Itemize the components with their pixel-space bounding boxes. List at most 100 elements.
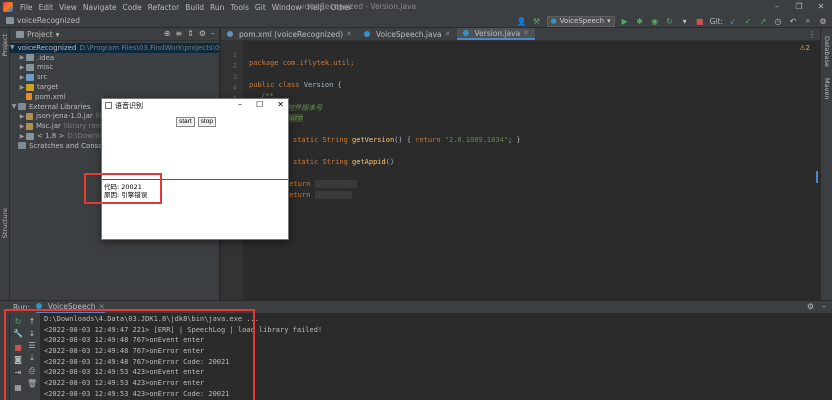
restore-icon[interactable]: ❐ <box>788 0 810 14</box>
tree-item-label: pom.xml <box>35 92 66 101</box>
dialog-title: 语音识别 <box>115 101 143 110</box>
more-run-icon[interactable]: ▾ <box>680 16 690 26</box>
code-line: 14 <box>221 186 820 202</box>
tree-item-label: json-jena-1.0.jar <box>36 112 93 121</box>
user-icon[interactable]: 👤 <box>517 16 527 26</box>
tree-item-label: voiceRecognized <box>17 43 77 52</box>
close-tab-icon[interactable]: ✕ <box>523 29 529 37</box>
tree-item-project-root[interactable]: ▼ voiceRecognized D:\Program Files\03.Fi… <box>10 43 219 53</box>
dialog-buttons: start stop <box>176 117 216 127</box>
chevron-right-icon[interactable]: ▶ <box>18 133 26 140</box>
project-panel-header: Project ▾ ⊕ ≡ ⇕ ⚙ – <box>10 28 219 41</box>
chevron-right-icon[interactable]: ▶ <box>18 123 26 130</box>
stop-icon[interactable]: ■ <box>695 16 705 26</box>
chevron-down-icon[interactable]: ▼ <box>10 44 15 51</box>
database-tool-button[interactable]: Database <box>823 36 831 67</box>
java-class-icon <box>363 31 370 37</box>
menu-file[interactable]: File <box>17 3 36 12</box>
chevron-right-icon[interactable]: ▶ <box>18 84 26 91</box>
menu-code[interactable]: Code <box>120 3 145 12</box>
code-line: 3 public class Version { <box>221 65 820 89</box>
code-line: 6 * @return <box>221 98 820 122</box>
menu-view[interactable]: View <box>56 3 80 12</box>
tree-item-label: < 1.8 > <box>37 132 65 141</box>
tree-item-src[interactable]: ▶ src <box>10 72 219 82</box>
gear-icon[interactable]: ⚙ <box>199 29 206 38</box>
java-class-icon <box>462 30 469 36</box>
maven-tool-button[interactable]: Maven <box>823 78 831 100</box>
tree-item-detail: library root <box>63 122 103 131</box>
maximize-icon[interactable]: ☐ <box>256 100 263 109</box>
library-icon <box>18 103 26 111</box>
minimize-icon[interactable]: – <box>766 0 788 14</box>
chevron-right-icon[interactable]: ▶ <box>18 54 26 61</box>
menu-build[interactable]: Build <box>182 3 207 12</box>
minimize-icon[interactable]: – <box>238 100 242 109</box>
start-button[interactable]: start <box>176 117 195 127</box>
menu-window[interactable]: Window <box>269 3 305 12</box>
menu-bar: File Edit View Navigate Code Refactor Bu… <box>0 0 832 14</box>
tab-label: VoiceSpeech.java <box>375 29 442 39</box>
run-configuration-label: VoiceSpeech <box>559 17 605 25</box>
project-tool-button[interactable]: Project <box>1 34 9 56</box>
menu-tools[interactable]: Tools <box>227 3 251 12</box>
history-icon[interactable]: ◷ <box>773 16 783 26</box>
chevron-right-icon[interactable]: ▶ <box>18 113 26 120</box>
run-configuration-select[interactable]: ● VoiceSpeech ▾ <box>546 15 615 27</box>
close-tab-icon[interactable]: ✕ <box>445 30 451 38</box>
menu-run[interactable]: Run <box>207 3 227 12</box>
debug-icon[interactable]: ✱ <box>635 16 645 26</box>
tree-item-idea[interactable]: ▶ .idea <box>10 53 219 63</box>
code-line: 2 <box>221 54 820 70</box>
profile-icon[interactable]: ↻ <box>665 16 675 26</box>
tab-pom-xml[interactable]: pom.xml (voiceRecognized) ✕ <box>221 28 358 40</box>
git-update-icon[interactable]: ↙ <box>728 16 738 26</box>
menu-git[interactable]: Git <box>252 3 269 12</box>
git-push-icon[interactable]: ↗ <box>758 16 768 26</box>
settings-icon[interactable]: ⚙ <box>818 16 828 26</box>
tree-item-misc[interactable]: ▶ misc <box>10 63 219 73</box>
close-icon[interactable]: ✕ <box>810 0 832 14</box>
menu-edit[interactable]: Edit <box>36 3 57 12</box>
tree-item-label: External Libraries <box>29 102 91 111</box>
search-icon[interactable]: ⌕ <box>803 16 813 26</box>
tab-menu-icon[interactable]: ⋮ <box>808 28 816 40</box>
locate-icon[interactable]: ⊕ <box>164 29 171 38</box>
run-icon[interactable]: ▶ <box>620 16 630 26</box>
tree-item-target[interactable]: ▶ target <box>10 82 219 92</box>
git-commit-icon[interactable]: ✓ <box>743 16 753 26</box>
close-tab-icon[interactable]: ✕ <box>346 30 352 38</box>
chevron-down-icon[interactable]: ▼ <box>10 103 18 110</box>
hide-icon[interactable]: – <box>211 29 215 38</box>
folder-icon <box>26 63 34 71</box>
tree-item-label: Scratches and Consoles <box>29 141 113 150</box>
breadcrumb-project[interactable]: voiceRecognized <box>17 16 80 25</box>
dialog-titlebar[interactable]: 语音识别 – ☐ ✕ <box>102 99 288 112</box>
tab-voicespeech[interactable]: VoiceSpeech.java ✕ <box>358 28 457 40</box>
hide-icon[interactable]: – <box>822 302 826 311</box>
code-line: 4 /** <box>221 76 820 100</box>
breadcrumb[interactable]: voiceRecognized <box>6 16 80 25</box>
code-line: 5 * 获取控件版本号 <box>221 87 820 112</box>
menu-navigate[interactable]: Navigate <box>80 3 120 12</box>
expand-icon[interactable]: ⇕ <box>187 29 194 38</box>
code-line: 12 return xxxxxxxxxx <box>221 164 820 188</box>
collapse-all-icon[interactable]: ≡ <box>175 29 182 38</box>
code-line: 8 static String getVersion() { return "2… <box>221 120 820 144</box>
navigation-bar: voiceRecognized 👤 ⚒ ● VoiceSpeech ▾ ▶ ✱ … <box>0 14 832 28</box>
project-panel-title[interactable]: Project <box>27 30 53 39</box>
code-editor[interactable]: ⚠2 1 package com.iflytek.util; 2 3 publi… <box>221 41 820 300</box>
chevron-right-icon[interactable]: ▶ <box>18 74 26 81</box>
menu-refactor[interactable]: Refactor <box>145 3 182 12</box>
hammer-icon[interactable]: ⚒ <box>532 16 542 26</box>
close-icon[interactable]: ✕ <box>277 100 284 109</box>
chevron-right-icon[interactable]: ▶ <box>18 64 26 71</box>
coverage-icon[interactable]: ◉ <box>650 16 660 26</box>
tab-version[interactable]: Version.java ✕ <box>456 28 536 40</box>
stop-button[interactable]: stop <box>197 117 216 127</box>
gear-icon[interactable]: ⚙ <box>807 302 814 311</box>
structure-tool-button[interactable]: Structure <box>1 208 9 238</box>
rollback-icon[interactable]: ↶ <box>788 16 798 26</box>
code-line: 1 package com.iflytek.util; <box>221 43 820 67</box>
chevron-down-icon[interactable]: ▾ <box>56 30 60 39</box>
